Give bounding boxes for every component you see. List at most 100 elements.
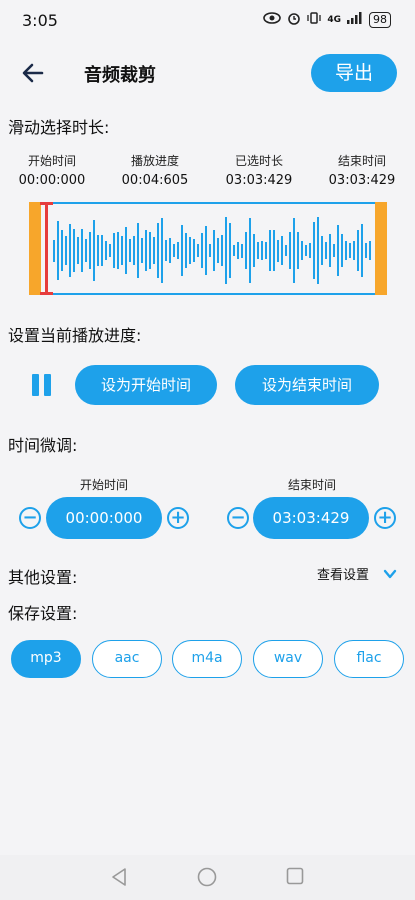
start-handle[interactable] — [29, 202, 41, 295]
waveform-bar — [185, 232, 187, 269]
waveform-bar — [157, 222, 159, 279]
waveform-bar — [253, 234, 255, 267]
waveform-bar — [221, 234, 223, 267]
waveform-bar — [317, 216, 319, 285]
waveform-bar — [345, 241, 347, 260]
waveform-bar — [249, 218, 251, 283]
time-stats: 开始时间 00:00:000 播放进度 00:04:605 已选时长 03:03… — [0, 152, 415, 192]
waveform-bar — [313, 221, 315, 280]
waveform-bar — [189, 237, 191, 264]
format-m4a-button[interactable]: m4a — [172, 640, 242, 678]
waveform-bar — [53, 239, 55, 262]
waveform-bar — [73, 228, 75, 273]
stat-label: 已选时长 — [234, 154, 283, 168]
stat-label: 结束时间 — [337, 154, 386, 168]
waveform-bar — [169, 238, 171, 263]
waveform-bar — [97, 235, 99, 266]
waveform-bar — [113, 233, 115, 268]
stat-start-time: 开始时间 00:00:000 — [7, 152, 97, 188]
end-time-value[interactable]: 03:03:429 — [253, 497, 369, 539]
waveform-bar — [301, 240, 303, 261]
start-minus-button[interactable]: − — [19, 507, 41, 529]
status-bar: 3:05 4G 98 — [0, 0, 415, 40]
waveform-bar — [273, 230, 275, 271]
stat-value: 03:03:429 — [328, 173, 396, 188]
waveform-bar — [165, 240, 167, 261]
waveform-bar — [81, 228, 83, 273]
playhead-bottom-cap — [40, 292, 53, 295]
app-bar: 音频裁剪 导出 — [0, 50, 415, 96]
pause-icon — [32, 374, 39, 396]
waveform-bar — [225, 216, 227, 285]
start-time-value[interactable]: 00:00:000 — [46, 497, 162, 539]
pause-icon — [44, 374, 51, 396]
save-settings-label: 保存设置: — [8, 604, 78, 623]
waveform-bar — [181, 224, 183, 277]
waveform-bar — [237, 241, 239, 260]
end-plus-button[interactable]: + — [374, 507, 396, 529]
end-handle[interactable] — [375, 202, 387, 295]
system-nav-bar — [0, 855, 415, 900]
set-end-button[interactable]: 设为结束时间 — [235, 365, 379, 405]
set-start-button[interactable]: 设为开始时间 — [75, 365, 217, 405]
waveform-bar — [365, 242, 367, 259]
waveform-bar — [297, 232, 299, 269]
page-title: 音频裁剪 — [84, 65, 156, 86]
waveform-bar — [277, 239, 279, 262]
waveform-bar — [61, 229, 63, 272]
waveform-bar — [141, 237, 143, 264]
waveform-bar — [325, 241, 327, 260]
waveform-bar — [89, 232, 91, 269]
back-arrow-icon[interactable] — [20, 60, 46, 86]
waveform-bar — [149, 231, 151, 270]
waveform-bar — [361, 223, 363, 278]
end-minus-button[interactable]: − — [227, 507, 249, 529]
nav-home-icon[interactable] — [197, 867, 217, 891]
export-button[interactable]: 导出 — [311, 54, 397, 92]
waveform-bar — [285, 244, 287, 257]
waveform-bar — [353, 241, 355, 260]
waveform-bar — [69, 224, 71, 277]
waveform-bar — [349, 243, 351, 258]
waveform-bar — [121, 235, 123, 266]
progress-setting-label: 设置当前播放进度: — [8, 326, 142, 345]
nav-back-icon[interactable] — [110, 867, 128, 891]
format-wav-button[interactable]: wav — [253, 640, 323, 678]
waveform-bar — [125, 227, 127, 274]
chevron-down-icon[interactable] — [383, 566, 397, 580]
waveform-bar — [217, 237, 219, 264]
waveform-bar — [241, 243, 243, 258]
eye-icon — [263, 12, 282, 28]
waveform-bar — [205, 226, 207, 275]
waveform-selector[interactable] — [29, 202, 387, 295]
format-flac-button[interactable]: flac — [334, 640, 404, 678]
pause-button[interactable] — [32, 374, 54, 396]
waveform-bar — [161, 217, 163, 284]
stat-value: 03:03:429 — [225, 173, 293, 188]
waveform-bar — [333, 244, 335, 257]
waveform[interactable] — [29, 202, 387, 295]
waveform-bar — [177, 242, 179, 259]
format-aac-button[interactable]: aac — [92, 640, 162, 678]
start-plus-button[interactable]: + — [167, 507, 189, 529]
waveform-bar — [357, 230, 359, 271]
waveform-bar — [293, 217, 295, 284]
view-settings-link[interactable]: 查看设置 — [317, 564, 369, 583]
playhead[interactable] — [45, 202, 48, 295]
playhead-top-cap — [40, 202, 53, 205]
waveform-bar — [257, 242, 259, 259]
nav-recents-icon[interactable] — [286, 867, 304, 889]
waveform-bar — [209, 244, 211, 257]
waveform-bar — [101, 235, 103, 266]
signal-icon — [347, 12, 363, 28]
waveform-bar — [233, 244, 235, 257]
waveform-bar — [281, 236, 283, 265]
waveform-bar — [137, 223, 139, 278]
alarm-icon — [287, 11, 301, 29]
status-icons: 4G 98 — [263, 11, 391, 29]
format-mp3-button[interactable]: mp3 — [11, 640, 81, 678]
waveform-bar — [321, 236, 323, 265]
waveform-bar — [133, 235, 135, 266]
fine-end-label: 结束时间 — [287, 478, 336, 492]
waveform-bar — [57, 220, 59, 281]
